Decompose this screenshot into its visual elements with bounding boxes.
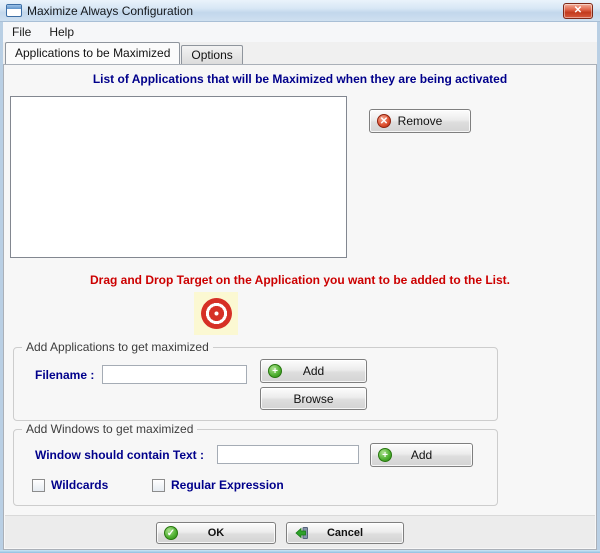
tab-page-applications: List of Applications that will be Maximi… xyxy=(3,64,597,550)
title-bar[interactable]: Maximize Always Configuration ✕ xyxy=(0,0,600,22)
ok-button[interactable]: ✓ OK xyxy=(156,522,276,544)
add-windows-group: Add Windows to get maximized Window shou… xyxy=(13,429,498,506)
drag-target[interactable] xyxy=(194,292,238,335)
add-icon: + xyxy=(268,364,282,378)
window-text-label: Window should contain Text : xyxy=(35,448,204,462)
filename-label: Filename : xyxy=(35,368,94,382)
regular-expression-label[interactable]: Regular Expression xyxy=(171,478,284,492)
add-applications-group-title: Add Applications to get maximized xyxy=(22,340,213,354)
list-heading: List of Applications that will be Maximi… xyxy=(4,72,596,86)
tab-applications-to-be-maximized[interactable]: Applications to be Maximized xyxy=(5,42,180,64)
drag-drop-instruction: Drag and Drop Target on the Application … xyxy=(4,273,596,287)
window-text-input[interactable] xyxy=(217,445,359,464)
add-window-button[interactable]: + Add xyxy=(370,443,473,467)
add-applications-group: Add Applications to get maximized Filena… xyxy=(13,347,498,421)
window-title: Maximize Always Configuration xyxy=(27,4,193,18)
ok-button-label: OK xyxy=(163,524,269,543)
tab-options[interactable]: Options xyxy=(181,45,242,64)
wildcards-checkbox[interactable] xyxy=(32,479,45,492)
exit-door-icon xyxy=(295,526,309,540)
remove-button[interactable]: ✕ Remove xyxy=(369,109,471,133)
ok-check-icon: ✓ xyxy=(164,526,178,540)
browse-button-label: Browse xyxy=(267,389,360,410)
menu-item-file[interactable]: File xyxy=(3,23,40,41)
filename-input[interactable] xyxy=(102,365,247,384)
menu-item-help[interactable]: Help xyxy=(40,23,83,41)
menu-bar: File Help xyxy=(3,22,597,42)
add-application-button[interactable]: + Add xyxy=(260,359,367,383)
cancel-button[interactable]: Cancel xyxy=(286,522,404,544)
regular-expression-checkbox[interactable] xyxy=(152,479,165,492)
app-window-icon xyxy=(6,4,22,17)
bullseye-target-icon xyxy=(201,298,232,329)
close-icon: ✕ xyxy=(574,5,582,16)
tab-strip: Applications to be MaximizedOptions xyxy=(3,42,597,64)
app-window: Maximize Always Configuration ✕ File Hel… xyxy=(0,0,600,553)
dialog-footer: ✓ OK Cancel xyxy=(5,515,595,548)
close-button[interactable]: ✕ xyxy=(563,3,593,19)
window-body: File Help Applications to be MaximizedOp… xyxy=(3,22,597,550)
applications-listbox[interactable] xyxy=(10,96,347,258)
add-icon: + xyxy=(378,448,392,462)
browse-button[interactable]: Browse xyxy=(260,387,367,410)
add-windows-group-title: Add Windows to get maximized xyxy=(22,422,197,436)
remove-icon: ✕ xyxy=(377,114,391,128)
wildcards-label[interactable]: Wildcards xyxy=(51,478,108,492)
